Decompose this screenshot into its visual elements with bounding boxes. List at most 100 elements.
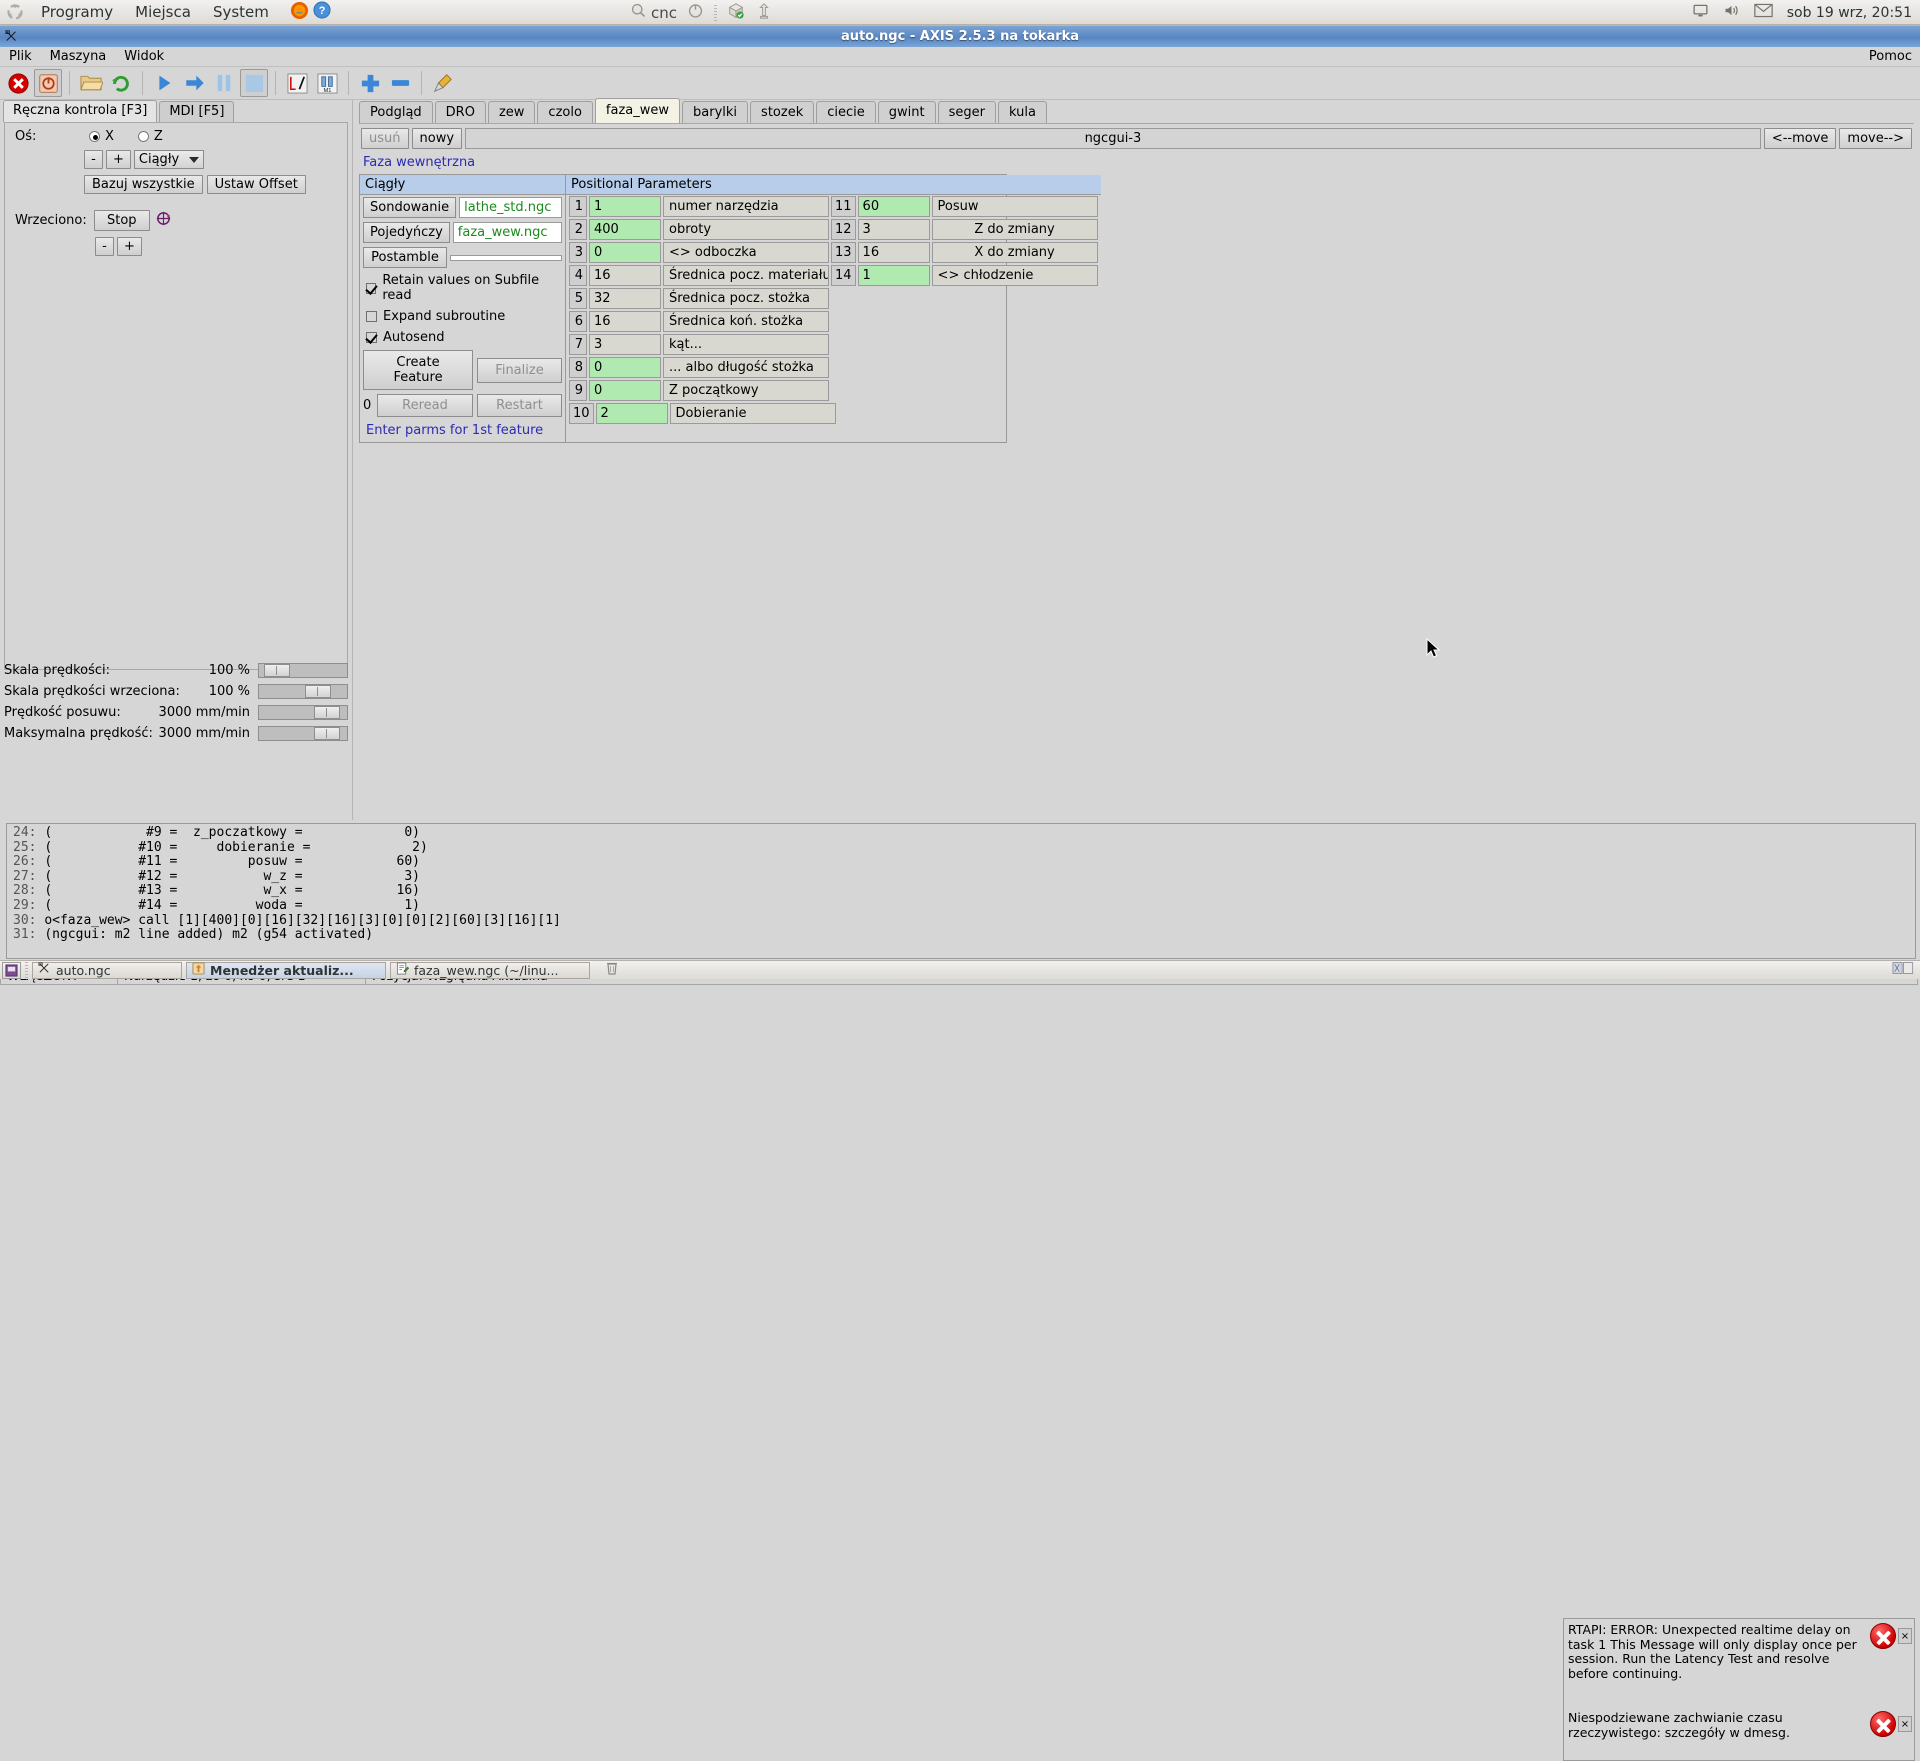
menu-pomoc[interactable]: Pomoc (1869, 49, 1912, 64)
optional-stop-icon[interactable]: M1 (313, 69, 341, 97)
stop-icon[interactable] (240, 69, 268, 97)
finalize-button[interactable]: Finalize (477, 357, 562, 383)
spindle-plus-button[interactable]: + (117, 237, 142, 256)
tab-stozek[interactable]: stozek (750, 101, 815, 123)
trash-icon[interactable] (604, 960, 620, 980)
subfile-entry[interactable]: faza_wew.ngc (452, 222, 562, 243)
clock[interactable]: sob 19 wrz, 20:51 (1787, 5, 1912, 21)
window-titlebar[interactable]: auto.ngc - AXIS 2.5.3 na tokarka (0, 25, 1920, 47)
tab-zew[interactable]: zew (487, 101, 536, 123)
error-close-button[interactable]: × (1898, 1716, 1912, 1732)
postamble-button[interactable]: Postamble (363, 247, 447, 268)
volume-icon[interactable] (1723, 2, 1740, 23)
delete-subfile-button[interactable]: usuń (361, 128, 409, 149)
menu-programy[interactable]: Programy (30, 0, 124, 25)
move-left-button[interactable]: <--move (1763, 128, 1837, 149)
open-file-icon[interactable] (77, 69, 105, 97)
autosend-checkbox[interactable] (366, 332, 377, 343)
task-update-manager[interactable]: Menedżer aktualiz... (186, 961, 386, 979)
spindle-scale-slider[interactable] (258, 684, 348, 699)
tab-podglad[interactable]: Podgląd (359, 101, 433, 123)
tab-mdi[interactable]: MDI [F5] (159, 101, 235, 122)
param-value-input[interactable]: 1 (589, 196, 661, 217)
param-value-input[interactable]: 3 (857, 219, 930, 240)
tab-barylki[interactable]: barylki (682, 101, 749, 123)
clear-plot-icon[interactable] (429, 69, 457, 97)
tab-dro[interactable]: DRO (434, 101, 486, 123)
estop-icon[interactable] (4, 69, 32, 97)
slider-thumb[interactable] (304, 685, 331, 698)
zoom-out-icon[interactable] (386, 69, 414, 97)
tab-gwint[interactable]: gwint (877, 101, 936, 123)
subfile-button[interactable]: Pojedyńczy (363, 222, 450, 243)
preamble-button[interactable]: Sondowanie (363, 197, 457, 218)
zoom-in-icon[interactable] (356, 69, 384, 97)
jog-minus-button[interactable]: - (84, 150, 103, 169)
tab-czolo[interactable]: czolo (537, 101, 593, 123)
param-value-input[interactable]: 16 (589, 265, 661, 286)
firefox-icon[interactable] (290, 1, 309, 24)
slider-thumb[interactable] (313, 706, 340, 719)
move-right-button[interactable]: move--> (1839, 128, 1912, 149)
menu-widok[interactable]: Widok (115, 47, 173, 67)
package-icon[interactable] (727, 2, 745, 24)
jog-mode-select[interactable]: Ciągły (133, 150, 205, 169)
task-auto-ngc[interactable]: auto.ngc (32, 961, 182, 979)
postamble-entry[interactable] (450, 254, 562, 261)
display-icon[interactable] (1692, 2, 1709, 23)
pause-icon[interactable] (210, 69, 238, 97)
param-value-input[interactable]: 1 (857, 265, 930, 286)
menu-system[interactable]: System (202, 0, 280, 25)
slider-thumb[interactable] (313, 727, 340, 740)
search-icon[interactable] (630, 2, 647, 23)
param-value-input[interactable]: 0 (589, 380, 661, 401)
ubuntu-logo-icon[interactable] (0, 4, 30, 20)
feed-scale-slider[interactable] (258, 663, 348, 678)
slider-thumb[interactable] (264, 664, 291, 677)
error-close-button[interactable]: × (1898, 1628, 1912, 1644)
task-faza-wew-editor[interactable]: faza_wew.ngc (~/linu... (390, 961, 590, 979)
spindle-stop-button[interactable]: Stop (94, 210, 150, 231)
menu-maszyna[interactable]: Maszyna (41, 47, 116, 67)
step-icon[interactable] (180, 69, 208, 97)
tab-faza-wew[interactable]: faza_wew (594, 98, 681, 123)
param-value-input[interactable]: 0 (589, 357, 661, 378)
param-value-input[interactable]: 0 (589, 242, 661, 263)
home-all-button[interactable]: Bazuj wszystkie (84, 175, 203, 194)
help-icon[interactable]: ? (313, 1, 331, 23)
gcode-log[interactable]: 24: ( #9 = z_poczatkowy = 0) 25: ( #10 =… (6, 823, 1916, 959)
run-icon[interactable] (150, 69, 178, 97)
expand-subroutine-checkbox[interactable] (366, 311, 377, 322)
show-desktop-icon[interactable] (2, 961, 21, 979)
expand-subroutine-row[interactable]: Expand subroutine (360, 306, 565, 327)
max-velocity-slider[interactable] (258, 726, 348, 741)
retain-values-checkbox[interactable] (366, 282, 377, 294)
radio-axis-z[interactable] (137, 131, 149, 142)
tab-kula[interactable]: kula (997, 101, 1047, 123)
ngcgui-name-entry[interactable]: ngcgui-3 (465, 128, 1761, 149)
param-value-input[interactable]: 3 (589, 334, 661, 355)
set-offset-button[interactable]: Ustaw Offset (206, 175, 306, 194)
spindle-ccw-icon[interactable] (155, 210, 172, 231)
autosend-row[interactable]: Autosend (360, 327, 565, 348)
param-value-input[interactable]: 400 (589, 219, 661, 240)
param-value-input[interactable]: 2 (595, 403, 668, 424)
power-icon[interactable] (687, 2, 704, 23)
power-toggle-icon[interactable] (34, 69, 62, 97)
jog-plus-button[interactable]: + (106, 150, 131, 169)
param-value-input[interactable]: 16 (589, 311, 661, 332)
update-arrow-icon[interactable] (755, 2, 773, 24)
skip-lines-icon[interactable] (283, 69, 311, 97)
retain-values-row[interactable]: Retain values on Subfile read (360, 270, 565, 306)
restart-button[interactable]: Restart (477, 394, 562, 417)
tab-ciecie[interactable]: ciecie (816, 101, 876, 123)
mail-icon[interactable] (1753, 3, 1773, 22)
param-value-input[interactable]: 16 (857, 242, 930, 263)
param-value-input[interactable]: 32 (589, 288, 661, 309)
create-feature-button[interactable]: Create Feature (363, 350, 473, 390)
preamble-entry[interactable]: lathe_std.ngc (459, 197, 562, 218)
param-value-input[interactable]: 60 (857, 196, 930, 217)
reread-button[interactable]: Reread (377, 394, 473, 417)
tab-reczna-kontrola[interactable]: Ręczna kontrola [F3] (3, 100, 158, 122)
new-subfile-button[interactable]: nowy (411, 128, 463, 149)
